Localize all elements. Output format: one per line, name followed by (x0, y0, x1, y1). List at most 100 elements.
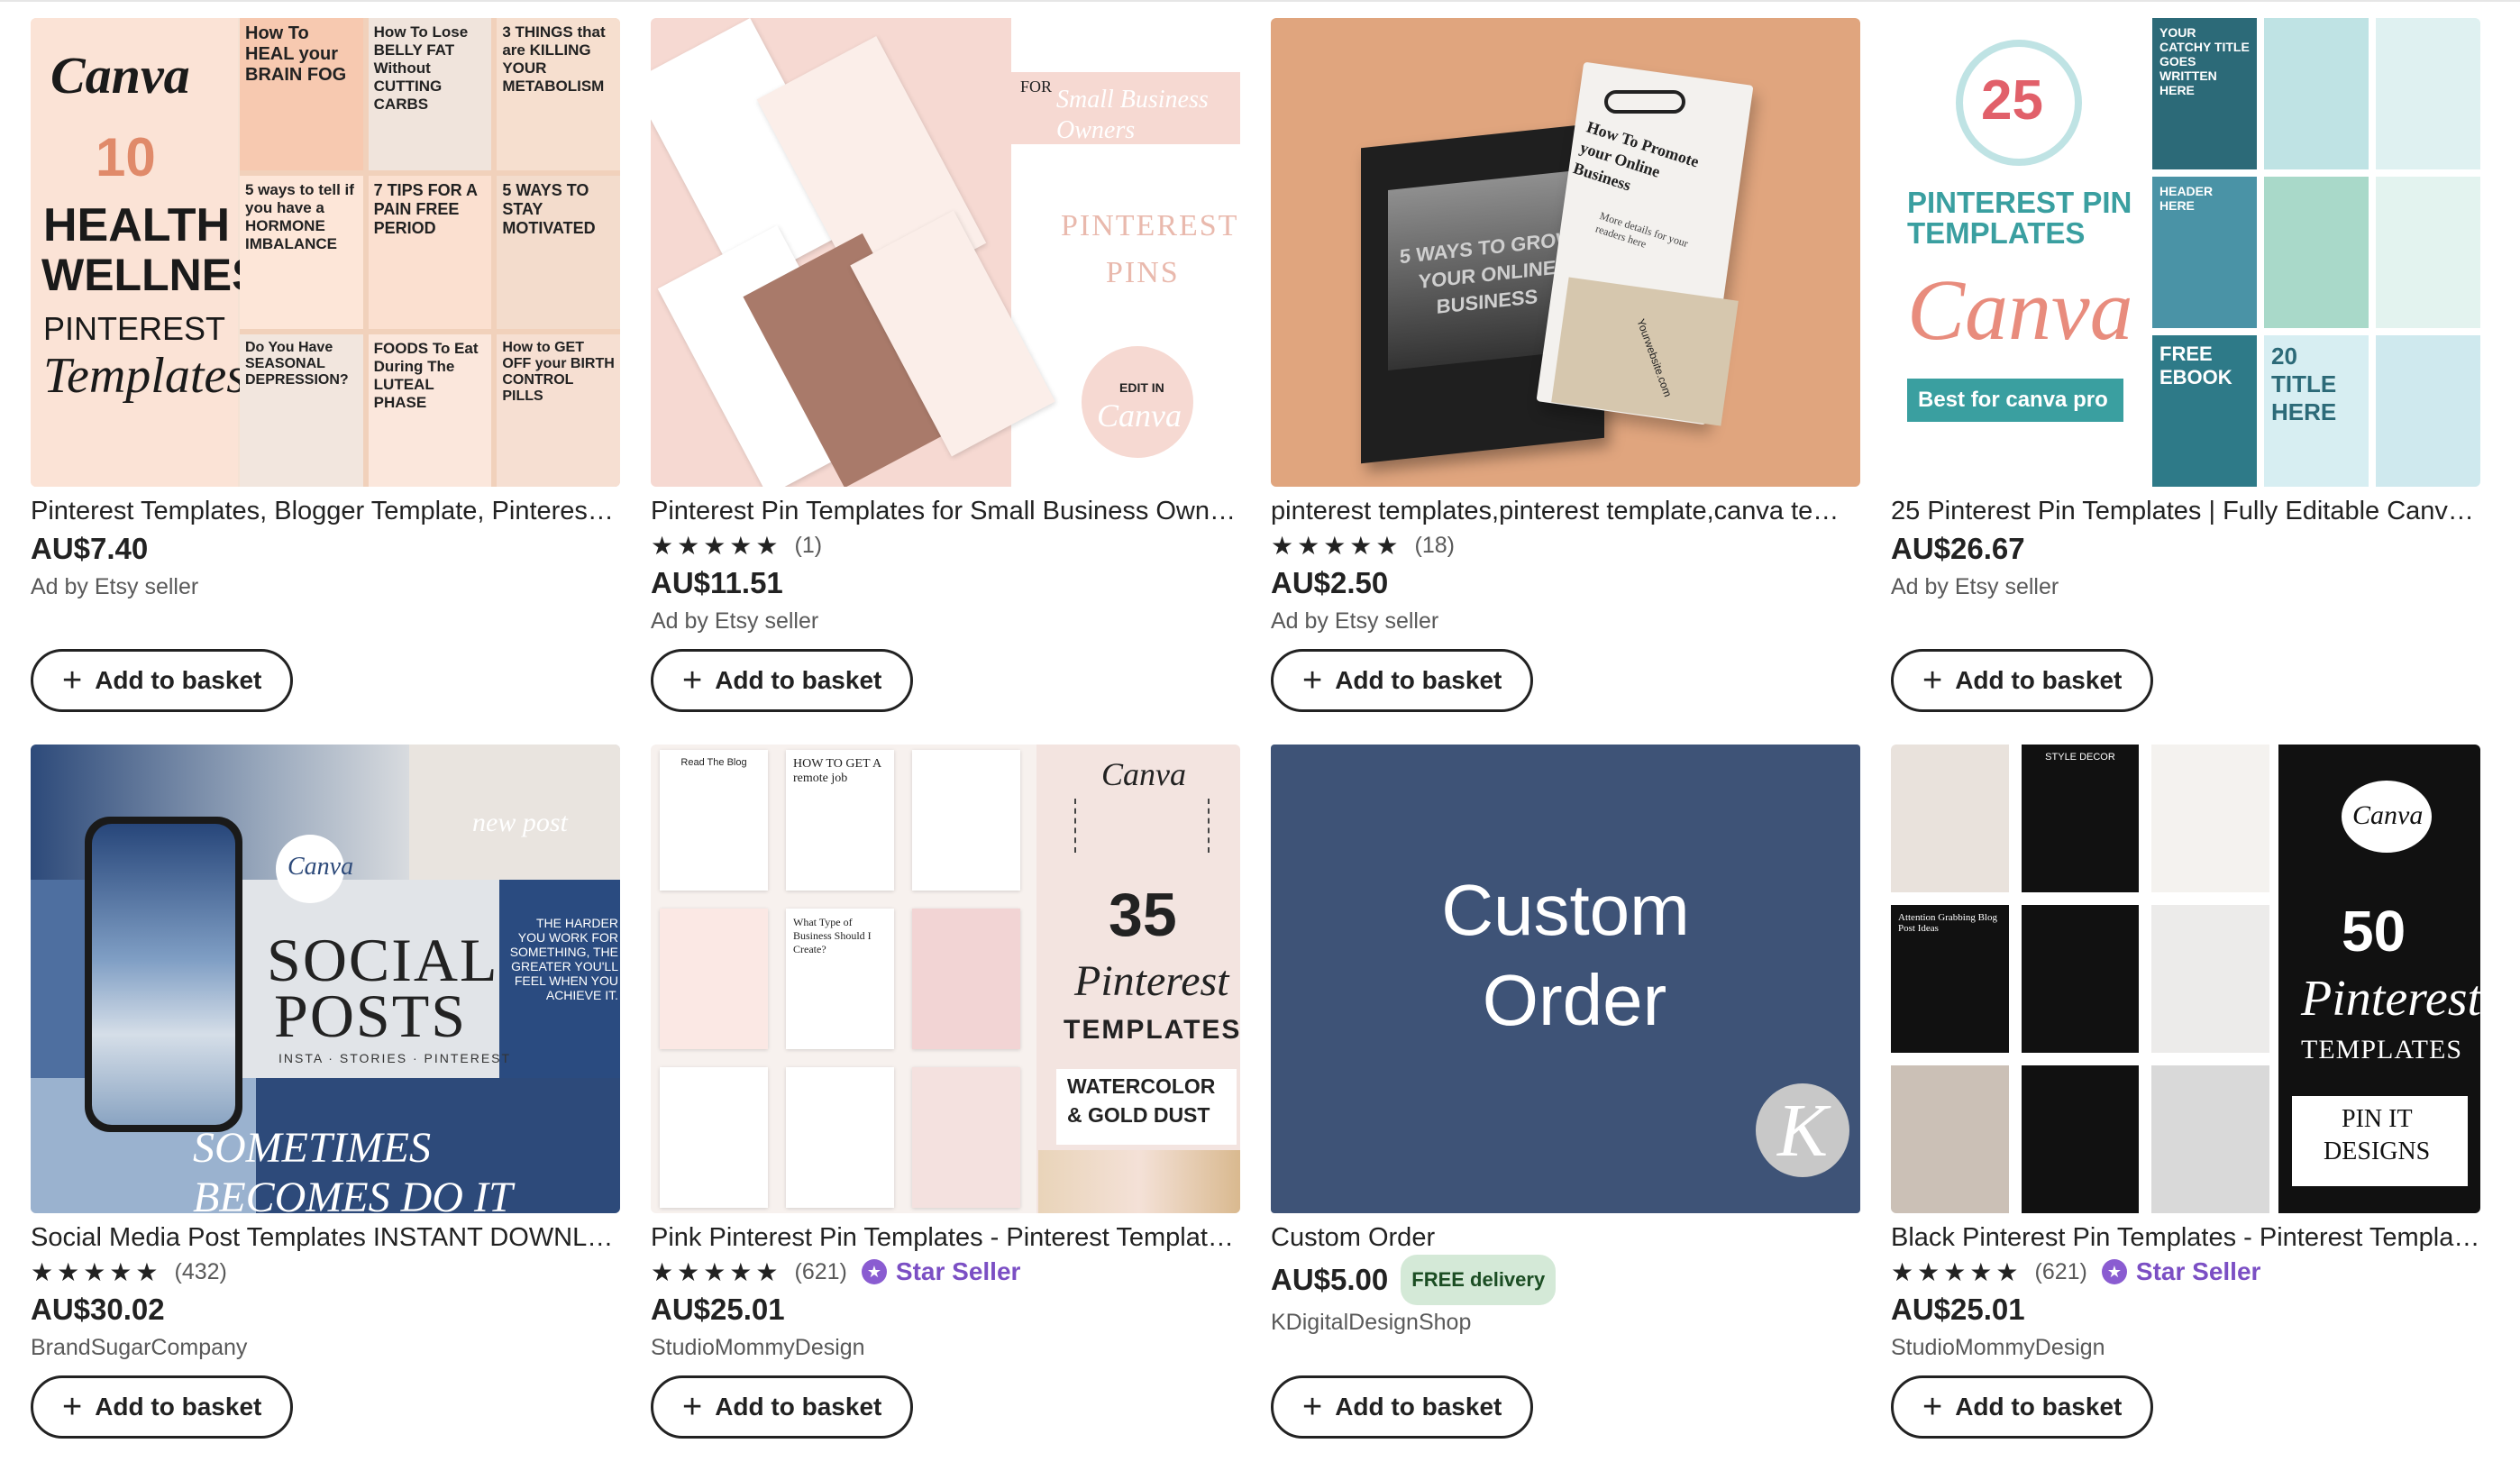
listing-title[interactable]: Social Media Post Templates INSTANT DOWN… (31, 1220, 620, 1255)
thumb-text: PINTEREST (1061, 209, 1239, 242)
thumb-text: Canva (2352, 800, 2424, 830)
pin-tile (2376, 18, 2480, 169)
listing-image[interactable]: STYLE DECOR Attention Grabbing Blog Post… (1891, 745, 2480, 1213)
listing-card[interactable]: 25 PINTEREST PIN TEMPLATES Canva Best fo… (1891, 18, 2480, 745)
listing-title[interactable]: Custom Order (1271, 1220, 1860, 1255)
thumb-text: Templates (43, 348, 247, 404)
listing-card[interactable]: FOR Small Business Owners PINTEREST PINS… (651, 18, 1240, 745)
listing-title[interactable]: Pinterest Pin Templates for Small Busine… (651, 494, 1240, 528)
thumb-text: SOMETIMES BECOMES DO IT (193, 1124, 513, 1213)
listing-image[interactable]: new post THE HARDER YOU WORK FOR SOMETHI… (31, 745, 620, 1213)
pin-tile (912, 750, 1020, 891)
thumb-text: 50 (2342, 899, 2406, 964)
plus-icon: + (1922, 1388, 1943, 1426)
listing-image[interactable]: Canva 10 HEALTH & WELLNESS PINTEREST Tem… (31, 18, 620, 487)
listing-price: AU$25.01 (651, 1293, 785, 1326)
thumb-text: Canva (288, 853, 354, 881)
rating-row: ★★★★★ (621) ★ Star Seller (651, 1255, 1240, 1289)
thumb-text: TEMPLATES (1064, 1015, 1240, 1045)
pin-tile: 7 TIPS FOR A PAIN FREE PERIOD (368, 176, 492, 329)
seller-line: Ad by Etsy seller (1271, 608, 1439, 634)
listing-grid: Canva 10 HEALTH & WELLNESS PINTEREST Tem… (31, 18, 2491, 1471)
thumb-text: Pinterest (2301, 971, 2480, 1027)
pin-tile (2264, 177, 2369, 328)
pin-tile: How To Lose BELLY FAT Without CUTTING CA… (368, 18, 492, 171)
thumb-text: WATERCOLOR (1067, 1074, 1216, 1098)
add-to-basket-button[interactable]: + Add to basket (1271, 649, 1534, 712)
pin-tile: FREE EBOOK (2152, 335, 2257, 487)
add-to-basket-button[interactable]: + Add to basket (1891, 1375, 2154, 1439)
star-seller-icon: ★ (2101, 1259, 2127, 1284)
pin-tile: How to GET OFF your BIRTH CONTROL PILLS (497, 333, 620, 487)
seller-line: Ad by Etsy seller (651, 608, 819, 634)
listing-card[interactable]: new post THE HARDER YOU WORK FOR SOMETHI… (31, 745, 620, 1471)
add-to-basket-button[interactable]: + Add to basket (31, 1375, 294, 1439)
pin-tile (2151, 905, 2269, 1053)
thumb-text: FOR (1020, 78, 1053, 96)
add-to-basket-button[interactable]: + Add to basket (651, 1375, 914, 1439)
thumb-text: Canva (1907, 261, 2133, 358)
k-logo-icon: K (1756, 1083, 1849, 1177)
pin-tile: How To HEAL your BRAIN FOG (240, 18, 363, 171)
rating-row: ★★★★★ (18) (1271, 528, 1860, 562)
listing-title[interactable]: Pinterest Templates, Blogger Template, P… (31, 494, 620, 528)
plus-icon: + (1922, 662, 1943, 699)
listing-image[interactable]: 25 PINTEREST PIN TEMPLATES Canva Best fo… (1891, 18, 2480, 487)
star-seller-icon: ★ (861, 1259, 887, 1284)
thumb-text: EDIT IN (1119, 380, 1164, 395)
thumb-text: PIN IT (2342, 1105, 2413, 1133)
review-count: (621) (2034, 1258, 2087, 1284)
listing-price: AU$5.00 FREE delivery (1271, 1255, 1860, 1305)
pin-tile: HOW TO GET A remote job (786, 750, 894, 891)
listing-card[interactable]: Canva 10 HEALTH & WELLNESS PINTEREST Tem… (31, 18, 620, 745)
pin-tile (2376, 335, 2480, 487)
plus-icon: + (1302, 1388, 1323, 1426)
listing-title[interactable]: Black Pinterest Pin Templates - Pinteres… (1891, 1220, 2480, 1255)
add-to-basket-button[interactable]: + Add to basket (1271, 1375, 1534, 1439)
pin-tile: 3 THINGS that are KILLING YOUR METABOLIS… (497, 18, 620, 171)
seller-line[interactable]: StudioMommyDesign (1891, 1330, 2480, 1365)
rating-row: ★★★★★ (621) ★ Star Seller (1891, 1255, 2480, 1289)
thumb-text: DESIGNS (2324, 1138, 2431, 1165)
listing-title[interactable]: 25 Pinterest Pin Templates | Fully Edita… (1891, 494, 2480, 528)
pin-tile: STYLE DECOR (2021, 745, 2140, 892)
seller-line[interactable]: KDigitalDesignShop (1271, 1305, 1860, 1339)
pin-tile (2264, 18, 2369, 169)
star-rating-icon: ★★★★★ (651, 1257, 782, 1286)
thumb-text: Best for canva pro (1918, 388, 2108, 412)
add-to-basket-button[interactable]: + Add to basket (651, 649, 914, 712)
listing-card[interactable]: Read The Blog HOW TO GET A remote job Wh… (651, 745, 1240, 1471)
add-to-basket-button[interactable]: + Add to basket (1891, 649, 2154, 712)
thumb-text: 10 (96, 127, 156, 187)
thumb-text: Canva (1097, 397, 1182, 434)
listing-price: AU$25.01 (1891, 1293, 2025, 1326)
phone-mockup (85, 817, 242, 1132)
pin-tile (1891, 1065, 2009, 1213)
pin-tile: HEADER HERE (2152, 177, 2257, 328)
pin-tile (786, 1067, 894, 1208)
listing-card[interactable]: Custom Order K Custom Order AU$5.00 FREE … (1271, 745, 1860, 1471)
pin-tile: What Type of Business Should I Create? (786, 909, 894, 1049)
thumb-text: Small Business Owners (1056, 86, 1209, 144)
listing-title[interactable]: pinterest templates,pinterest template,c… (1271, 494, 1860, 528)
review-count: (18) (1414, 532, 1455, 558)
listing-image[interactable]: Read The Blog HOW TO GET A remote job Wh… (651, 745, 1240, 1213)
thumb-text: Canva (50, 46, 190, 105)
star-rating-icon: ★★★★★ (651, 531, 782, 560)
thumb-text: POSTS (274, 982, 468, 1050)
listing-image[interactable]: FOR Small Business Owners PINTEREST PINS… (651, 18, 1240, 487)
pin-tile: 5 ways to tell if you have a HORMONE IMB… (240, 176, 363, 329)
listing-card[interactable]: STYLE DECOR Attention Grabbing Blog Post… (1891, 745, 2480, 1471)
listing-card[interactable]: 5 WAYS TO GROW YOUR ONLINE BUSINESS How … (1271, 18, 1860, 745)
pin-tile: Attention Grabbing Blog Post Ideas (1891, 905, 2009, 1053)
seller-line[interactable]: StudioMommyDesign (651, 1330, 1240, 1365)
listing-image[interactable]: 5 WAYS TO GROW YOUR ONLINE BUSINESS How … (1271, 18, 1860, 487)
listing-title[interactable]: Pink Pinterest Pin Templates - Pinterest… (651, 1220, 1240, 1255)
listing-image[interactable]: Custom Order K (1271, 745, 1860, 1213)
plus-icon: + (682, 662, 703, 699)
add-to-basket-button[interactable]: + Add to basket (31, 649, 294, 712)
thumb-text: Canva (1101, 756, 1186, 792)
pin-tile: Read The Blog (660, 750, 768, 891)
rating-row: ★★★★★ (1) (651, 528, 1240, 562)
star-seller-badge: ★ Star Seller (861, 1257, 1020, 1286)
